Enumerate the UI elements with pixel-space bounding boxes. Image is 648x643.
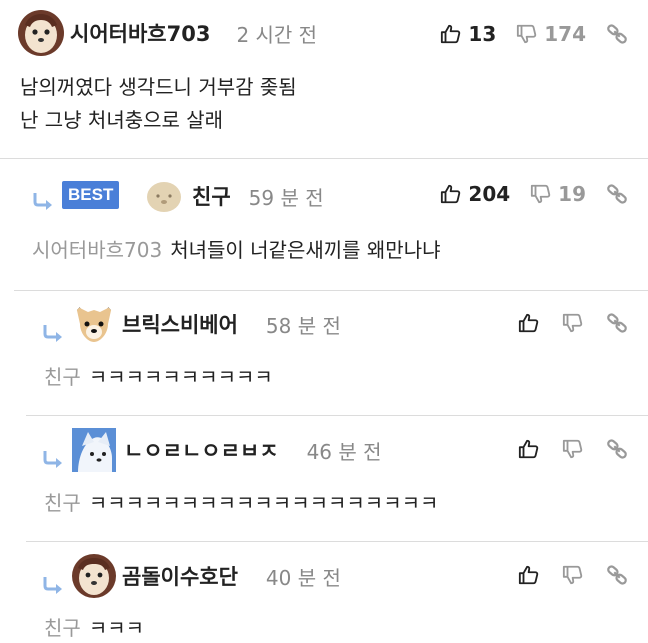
author-name[interactable]: 시어터바흐703 bbox=[70, 18, 210, 48]
divider bbox=[0, 158, 648, 159]
link-icon bbox=[606, 183, 628, 205]
author-name[interactable]: 곰돌이수호단 bbox=[122, 561, 238, 591]
comment-header: 브릭스비베어 58 분 전 bbox=[72, 302, 341, 346]
copy-link-button[interactable] bbox=[606, 438, 628, 460]
timestamp: 46 분 전 bbox=[306, 439, 382, 464]
best-badge: BEST bbox=[62, 181, 120, 209]
avatar[interactable] bbox=[18, 10, 64, 56]
comment-header: 시어터바흐703 2 시간 전 bbox=[18, 10, 317, 56]
copy-link-button[interactable] bbox=[606, 183, 628, 205]
comment-body: 남의꺼였다 생각드니 거부감 좆됨 난 그냥 처녀충으로 살래 bbox=[20, 71, 297, 137]
comment-actions: 13 174 bbox=[440, 22, 628, 46]
upvote-button[interactable]: 13 bbox=[440, 22, 496, 46]
divider bbox=[26, 415, 648, 416]
upvote-button[interactable]: 204 bbox=[440, 182, 510, 206]
author-name[interactable]: 친구 bbox=[192, 181, 231, 211]
copy-link-button[interactable] bbox=[606, 312, 628, 334]
link-icon bbox=[606, 438, 628, 460]
reply-arrow-icon bbox=[42, 450, 64, 468]
comment-body: 친구 ㅋㅋㅋㅋㅋㅋㅋㅋㅋㅋ bbox=[44, 361, 273, 394]
upvote-count: 13 bbox=[468, 22, 497, 46]
comment-actions bbox=[518, 312, 628, 334]
comment-header: 친구 59 분 전 bbox=[142, 174, 324, 218]
downvote-count: 174 bbox=[544, 22, 586, 46]
thumbs-down-icon bbox=[516, 23, 538, 45]
timestamp: 2 시간 전 bbox=[236, 22, 318, 47]
thumbs-down-icon bbox=[530, 183, 552, 205]
avatar[interactable] bbox=[72, 302, 116, 346]
author-name[interactable]: ㄴㅇㄹㄴㅇㄹㅂㅈ bbox=[124, 435, 279, 465]
thumbs-up-icon bbox=[518, 312, 540, 334]
upvote-count: 204 bbox=[468, 182, 511, 206]
comment-line: 처녀들이 너같은새끼를 왜만나냐 bbox=[170, 238, 441, 262]
thumbs-up-icon bbox=[440, 23, 462, 45]
downvote-count: 19 bbox=[558, 182, 586, 206]
comment-body: 시어터바흐703 처녀들이 너같은새끼를 왜만나냐 bbox=[32, 234, 441, 267]
comment-header: ㄴㅇㄹㄴㅇㄹㅂㅈ 46 분 전 bbox=[72, 428, 382, 472]
divider bbox=[26, 541, 648, 542]
link-icon bbox=[606, 564, 628, 586]
downvote-button[interactable] bbox=[562, 438, 584, 460]
reply-arrow-icon bbox=[42, 576, 64, 594]
upvote-button[interactable] bbox=[518, 312, 540, 334]
comment-actions: 204 19 bbox=[440, 182, 628, 206]
reply-arrow-icon bbox=[42, 324, 64, 342]
downvote-button[interactable] bbox=[562, 564, 584, 586]
downvote-button[interactable]: 174 bbox=[516, 22, 586, 46]
divider bbox=[14, 290, 648, 291]
downvote-button[interactable] bbox=[562, 312, 584, 334]
link-icon bbox=[606, 23, 628, 45]
avatar[interactable] bbox=[142, 174, 186, 218]
author-name[interactable]: 브릭스비베어 bbox=[122, 309, 238, 339]
copy-link-button[interactable] bbox=[606, 23, 628, 45]
reply-mention[interactable]: 친구 bbox=[44, 616, 81, 640]
comment-line: 남의꺼였다 생각드니 거부감 좆됨 bbox=[20, 75, 297, 99]
upvote-button[interactable] bbox=[518, 438, 540, 460]
reply-mention[interactable]: 시어터바흐703 bbox=[32, 238, 162, 262]
timestamp: 40 분 전 bbox=[265, 565, 341, 590]
comment-actions bbox=[518, 564, 628, 586]
reply-arrow-icon bbox=[32, 192, 54, 210]
comment-line: ㅋㅋㅋ bbox=[88, 616, 145, 640]
thumbs-down-icon bbox=[562, 438, 584, 460]
comment-body: 친구 ㅋㅋㅋㅋㅋㅋㅋㅋㅋㅋㅋㅋㅋㅋㅋㅋㅋㅋㅋ bbox=[44, 487, 438, 520]
timestamp: 59 분 전 bbox=[248, 185, 324, 210]
avatar[interactable] bbox=[72, 428, 116, 472]
comment-line: ㅋㅋㅋㅋㅋㅋㅋㅋㅋㅋ bbox=[88, 365, 273, 389]
thumbs-down-icon bbox=[562, 312, 584, 334]
thumbs-up-icon bbox=[518, 564, 540, 586]
thumbs-up-icon bbox=[440, 183, 462, 205]
comment-line: 난 그냥 처녀충으로 살래 bbox=[20, 108, 224, 132]
link-icon bbox=[606, 312, 628, 334]
thumbs-down-icon bbox=[562, 564, 584, 586]
upvote-button[interactable] bbox=[518, 564, 540, 586]
avatar[interactable] bbox=[72, 554, 116, 598]
reply-mention[interactable]: 친구 bbox=[44, 491, 81, 515]
comment-header: 곰돌이수호단 40 분 전 bbox=[72, 554, 341, 598]
thumbs-up-icon bbox=[518, 438, 540, 460]
comment-actions bbox=[518, 438, 628, 460]
comment-body: 친구 ㅋㅋㅋ bbox=[44, 612, 144, 643]
downvote-button[interactable]: 19 bbox=[530, 182, 586, 206]
timestamp: 58 분 전 bbox=[265, 313, 341, 338]
reply-mention[interactable]: 친구 bbox=[44, 365, 81, 389]
comment-line: ㅋㅋㅋㅋㅋㅋㅋㅋㅋㅋㅋㅋㅋㅋㅋㅋㅋㅋㅋ bbox=[88, 491, 439, 515]
copy-link-button[interactable] bbox=[606, 564, 628, 586]
